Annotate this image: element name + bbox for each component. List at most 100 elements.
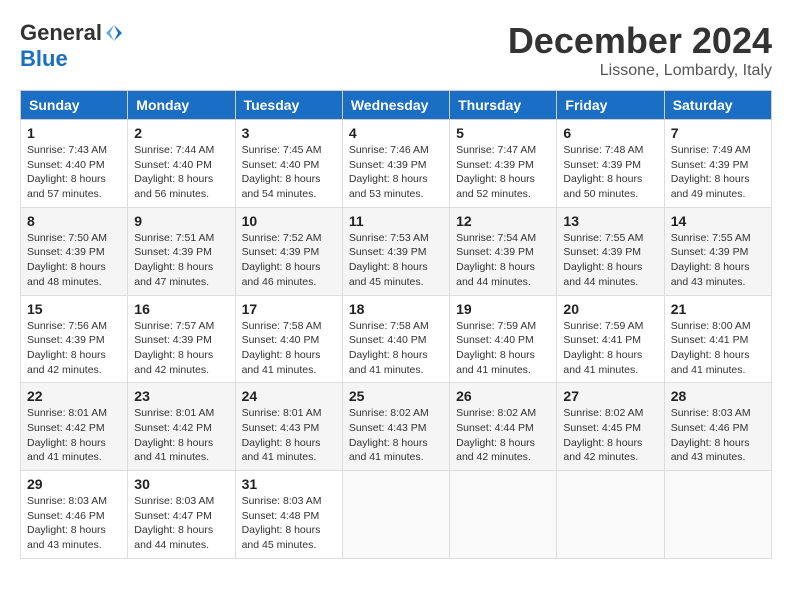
day-number: 14 xyxy=(671,213,765,229)
day-info: Sunrise: 8:03 AM Sunset: 4:46 PM Dayligh… xyxy=(671,406,765,465)
logo-icon xyxy=(104,23,124,43)
weekday-header-wednesday: Wednesday xyxy=(342,91,449,120)
day-number: 25 xyxy=(349,388,443,404)
day-number: 16 xyxy=(134,301,228,317)
day-info: Sunrise: 7:55 AM Sunset: 4:39 PM Dayligh… xyxy=(563,231,657,290)
day-info: Sunrise: 8:01 AM Sunset: 4:42 PM Dayligh… xyxy=(27,406,121,465)
day-number: 2 xyxy=(134,125,228,141)
day-number: 6 xyxy=(563,125,657,141)
weekday-header-saturday: Saturday xyxy=(664,91,771,120)
calendar-day-cell xyxy=(342,471,449,559)
day-number: 1 xyxy=(27,125,121,141)
day-number: 11 xyxy=(349,213,443,229)
calendar-day-cell: 17 Sunrise: 7:58 AM Sunset: 4:40 PM Dayli… xyxy=(235,295,342,383)
calendar-day-cell: 28Sunrise: 8:03 AM Sunset: 4:46 PM Dayli… xyxy=(664,383,771,471)
calendar-day-cell: 3 Sunrise: 7:45 AM Sunset: 4:40 PM Daylig… xyxy=(235,120,342,208)
day-number: 20 xyxy=(563,301,657,317)
day-info: Sunrise: 7:45 AM Sunset: 4:40 PM Dayligh… xyxy=(242,143,336,202)
calendar-day-cell: 30 Sunrise: 8:03 AM Sunset: 4:47 PM Dayli… xyxy=(128,471,235,559)
day-info: Sunrise: 8:00 AM Sunset: 4:41 PM Dayligh… xyxy=(671,319,765,378)
day-number: 10 xyxy=(242,213,336,229)
day-info: Sunrise: 7:47 AM Sunset: 4:39 PM Dayligh… xyxy=(456,143,550,202)
day-number: 5 xyxy=(456,125,550,141)
day-info: Sunrise: 7:49 AM Sunset: 4:39 PM Dayligh… xyxy=(671,143,765,202)
calendar-day-cell: 9 Sunrise: 7:51 AM Sunset: 4:39 PM Daylig… xyxy=(128,207,235,295)
day-number: 21 xyxy=(671,301,765,317)
calendar-day-cell: 26 Sunrise: 8:02 AM Sunset: 4:44 PM Dayli… xyxy=(450,383,557,471)
day-number: 13 xyxy=(563,213,657,229)
day-info: Sunrise: 8:02 AM Sunset: 4:43 PM Dayligh… xyxy=(349,406,443,465)
logo: General Blue xyxy=(20,20,124,72)
day-info: Sunrise: 7:46 AM Sunset: 4:39 PM Dayligh… xyxy=(349,143,443,202)
calendar-day-cell: 27Sunrise: 8:02 AM Sunset: 4:45 PM Dayli… xyxy=(557,383,664,471)
calendar-day-cell: 25 Sunrise: 8:02 AM Sunset: 4:43 PM Dayli… xyxy=(342,383,449,471)
day-info: Sunrise: 7:52 AM Sunset: 4:39 PM Dayligh… xyxy=(242,231,336,290)
logo-general-text: General xyxy=(20,20,102,46)
calendar-day-cell: 23 Sunrise: 8:01 AM Sunset: 4:42 PM Dayli… xyxy=(128,383,235,471)
calendar-day-cell: 22 Sunrise: 8:01 AM Sunset: 4:42 PM Dayli… xyxy=(21,383,128,471)
day-info: Sunrise: 7:51 AM Sunset: 4:39 PM Dayligh… xyxy=(134,231,228,290)
day-number: 22 xyxy=(27,388,121,404)
day-number: 18 xyxy=(349,301,443,317)
calendar-day-cell: 10 Sunrise: 7:52 AM Sunset: 4:39 PM Dayli… xyxy=(235,207,342,295)
calendar-table: SundayMondayTuesdayWednesdayThursdayFrid… xyxy=(20,90,772,559)
day-number: 24 xyxy=(242,388,336,404)
title-block: December 2024 Lissone, Lombardy, Italy xyxy=(508,20,772,80)
calendar-day-cell: 2 Sunrise: 7:44 AM Sunset: 4:40 PM Daylig… xyxy=(128,120,235,208)
day-info: Sunrise: 7:50 AM Sunset: 4:39 PM Dayligh… xyxy=(27,231,121,290)
calendar-day-cell: 12 Sunrise: 7:54 AM Sunset: 4:39 PM Dayli… xyxy=(450,207,557,295)
day-number: 3 xyxy=(242,125,336,141)
calendar-week-row: 15 Sunrise: 7:56 AM Sunset: 4:39 PM Dayli… xyxy=(21,295,772,383)
day-number: 7 xyxy=(671,125,765,141)
day-info: Sunrise: 8:02 AM Sunset: 4:44 PM Dayligh… xyxy=(456,406,550,465)
calendar-week-row: 8 Sunrise: 7:50 AM Sunset: 4:39 PM Daylig… xyxy=(21,207,772,295)
day-info: Sunrise: 8:03 AM Sunset: 4:48 PM Dayligh… xyxy=(242,494,336,553)
day-info: Sunrise: 7:48 AM Sunset: 4:39 PM Dayligh… xyxy=(563,143,657,202)
month-title: December 2024 xyxy=(508,20,772,62)
day-number: 4 xyxy=(349,125,443,141)
day-info: Sunrise: 7:44 AM Sunset: 4:40 PM Dayligh… xyxy=(134,143,228,202)
calendar-day-cell xyxy=(557,471,664,559)
day-info: Sunrise: 7:59 AM Sunset: 4:40 PM Dayligh… xyxy=(456,319,550,378)
weekday-header-friday: Friday xyxy=(557,91,664,120)
calendar-day-cell: 13 Sunrise: 7:55 AM Sunset: 4:39 PM Dayli… xyxy=(557,207,664,295)
calendar-day-cell: 29 Sunrise: 8:03 AM Sunset: 4:46 PM Dayli… xyxy=(21,471,128,559)
day-info: Sunrise: 8:03 AM Sunset: 4:46 PM Dayligh… xyxy=(27,494,121,553)
calendar-day-cell: 1Sunrise: 7:43 AM Sunset: 4:40 PM Daylig… xyxy=(21,120,128,208)
day-info: Sunrise: 7:56 AM Sunset: 4:39 PM Dayligh… xyxy=(27,319,121,378)
day-number: 12 xyxy=(456,213,550,229)
calendar-week-row: 22 Sunrise: 8:01 AM Sunset: 4:42 PM Dayli… xyxy=(21,383,772,471)
calendar-day-cell: 21 Sunrise: 8:00 AM Sunset: 4:41 PM Dayli… xyxy=(664,295,771,383)
calendar-day-cell: 18Sunrise: 7:58 AM Sunset: 4:40 PM Dayli… xyxy=(342,295,449,383)
calendar-day-cell: 15 Sunrise: 7:56 AM Sunset: 4:39 PM Dayli… xyxy=(21,295,128,383)
day-info: Sunrise: 7:54 AM Sunset: 4:39 PM Dayligh… xyxy=(456,231,550,290)
page-header: General Blue December 2024 Lissone, Lomb… xyxy=(20,20,772,80)
day-number: 30 xyxy=(134,476,228,492)
weekday-header-tuesday: Tuesday xyxy=(235,91,342,120)
weekday-header-sunday: Sunday xyxy=(21,91,128,120)
day-number: 23 xyxy=(134,388,228,404)
logo-blue-text: Blue xyxy=(20,46,68,71)
calendar-day-cell: 11Sunrise: 7:53 AM Sunset: 4:39 PM Dayli… xyxy=(342,207,449,295)
day-info: Sunrise: 7:59 AM Sunset: 4:41 PM Dayligh… xyxy=(563,319,657,378)
day-info: Sunrise: 7:58 AM Sunset: 4:40 PM Dayligh… xyxy=(242,319,336,378)
calendar-day-cell: 31Sunrise: 8:03 AM Sunset: 4:48 PM Dayli… xyxy=(235,471,342,559)
day-number: 26 xyxy=(456,388,550,404)
calendar-day-cell: 24Sunrise: 8:01 AM Sunset: 4:43 PM Dayli… xyxy=(235,383,342,471)
day-number: 29 xyxy=(27,476,121,492)
day-number: 19 xyxy=(456,301,550,317)
day-info: Sunrise: 7:57 AM Sunset: 4:39 PM Dayligh… xyxy=(134,319,228,378)
calendar-week-row: 29 Sunrise: 8:03 AM Sunset: 4:46 PM Dayli… xyxy=(21,471,772,559)
day-info: Sunrise: 8:01 AM Sunset: 4:42 PM Dayligh… xyxy=(134,406,228,465)
location: Lissone, Lombardy, Italy xyxy=(508,62,772,80)
day-number: 8 xyxy=(27,213,121,229)
day-number: 9 xyxy=(134,213,228,229)
calendar-day-cell: 5 Sunrise: 7:47 AM Sunset: 4:39 PM Daylig… xyxy=(450,120,557,208)
day-number: 15 xyxy=(27,301,121,317)
day-info: Sunrise: 8:03 AM Sunset: 4:47 PM Dayligh… xyxy=(134,494,228,553)
calendar-day-cell: 14Sunrise: 7:55 AM Sunset: 4:39 PM Dayli… xyxy=(664,207,771,295)
calendar-day-cell xyxy=(450,471,557,559)
calendar-day-cell: 7 Sunrise: 7:49 AM Sunset: 4:39 PM Daylig… xyxy=(664,120,771,208)
calendar-day-cell: 16 Sunrise: 7:57 AM Sunset: 4:39 PM Dayli… xyxy=(128,295,235,383)
day-number: 17 xyxy=(242,301,336,317)
